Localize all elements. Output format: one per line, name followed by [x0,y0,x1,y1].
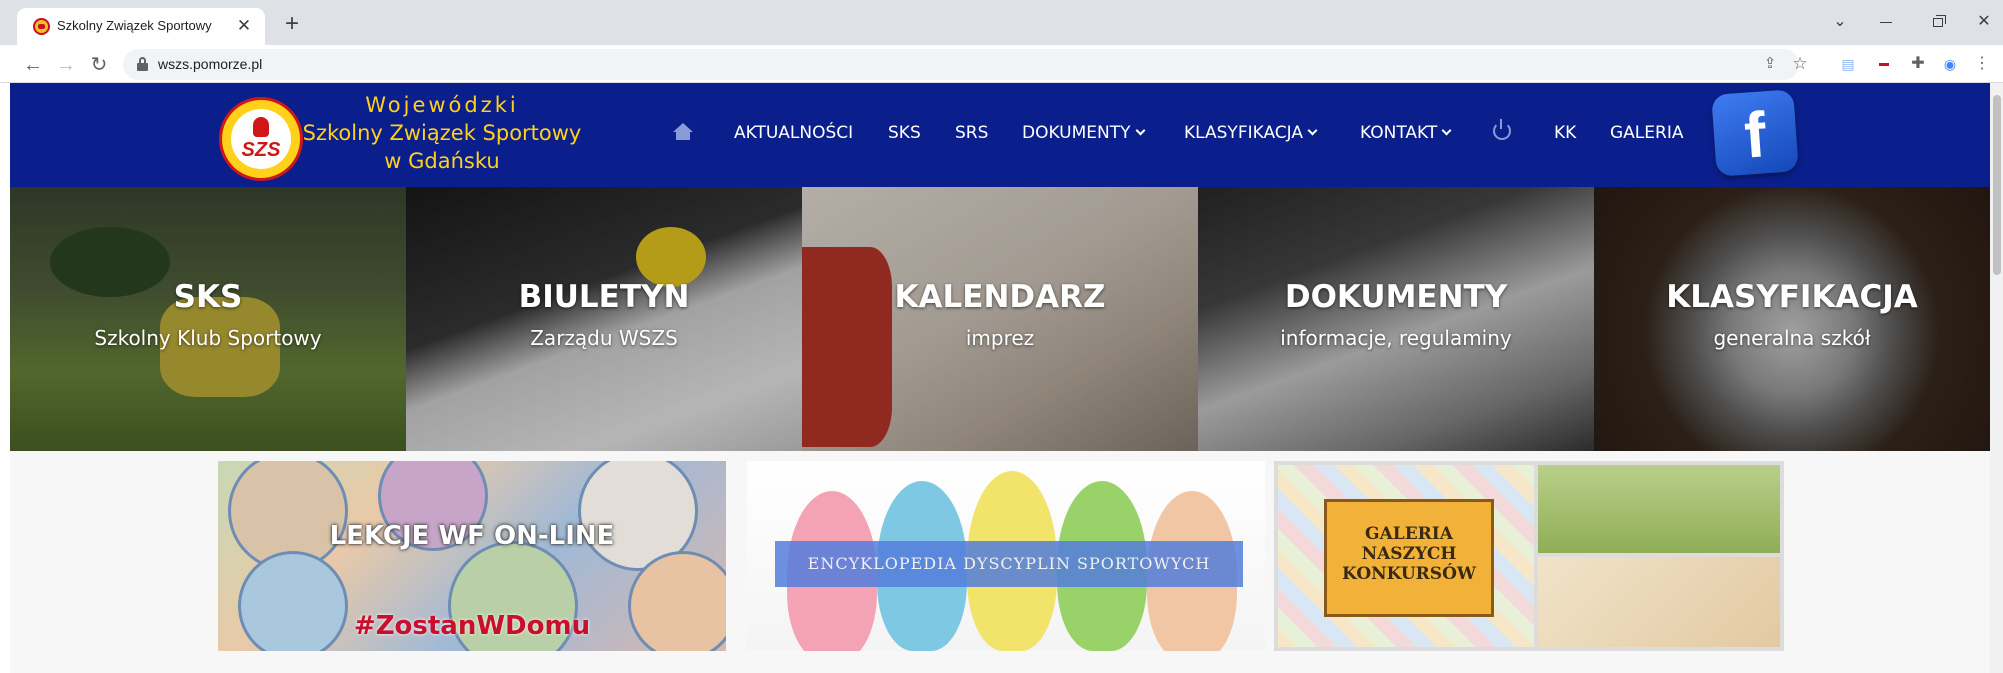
new-tab-button[interactable]: + [278,11,306,39]
site-header: SZS Wojewódzki Szkolny Związek Sportowy … [10,83,1990,187]
power-icon[interactable] [1493,119,1511,140]
document-extension-icon[interactable]: ▤ [1838,54,1858,74]
address-bar[interactable]: wszs.pomorze.pl ⇪ ☆ [123,49,1808,80]
share-icon[interactable]: ⇪ [1760,54,1780,74]
menu-dokumenty[interactable]: DOKUMENTY [1022,123,1145,143]
tile-shade [10,187,406,451]
banner-strip: ENCYKLOPEDIA DYSCYPLIN SPORTOWYCH [775,541,1243,587]
tile-sks[interactable]: SKS Szkolny Klub Sportowy [10,187,406,451]
tile-shade [1594,187,1990,451]
browser-tab[interactable]: Szkolny Związek Sportowy ✕ [17,8,265,45]
minimize-icon [1880,22,1892,23]
url-text[interactable]: wszs.pomorze.pl [158,56,262,72]
tab-search-icon[interactable]: ⌄ [1820,6,1860,38]
menu-kontakt[interactable]: KONTAKT [1360,123,1452,143]
tile-dokumenty[interactable]: DOKUMENTY informacje, regulaminy [1198,187,1594,451]
tab-title: Szkolny Związek Sportowy [57,18,212,33]
drawings-collage: GALERIA NASZYCH KONKURSÓW [1278,465,1534,647]
browser-tabstrip: Szkolny Związek Sportowy ✕ + ⌄ ✕ [0,0,2003,45]
back-icon[interactable]: ← [20,52,46,78]
brand-line-1[interactable]: Wojewódzki [302,93,582,117]
tile-title: KLASYFIKACJA [1666,279,1918,315]
chevron-down-icon [1135,125,1145,136]
tile-shade [1198,187,1594,451]
forward-icon[interactable]: → [53,52,79,78]
lock-icon[interactable] [137,57,148,71]
scrollbar-thumb[interactable] [1993,95,2001,275]
page-viewport: SZS Wojewódzki Szkolny Związek Sportowy … [10,83,1990,673]
brand-line-2[interactable]: Szkolny Związek Sportowy [302,121,582,145]
logo-emblem: SZS [231,109,291,169]
tile-kalendarz[interactable]: KALENDARZ imprez [802,187,1198,451]
banner-frame: GALERIA NASZYCH KONKURSÓW [1324,499,1494,617]
menu-kk[interactable]: KK [1554,123,1576,143]
tile-subtitle: Szkolny Klub Sportowy [94,326,322,350]
tile-title: BIULETYN [518,279,690,315]
banner-label: LEKCJE WF ON-LINE [329,521,615,551]
jumping-child-photo [1538,465,1780,553]
star-icon[interactable]: ☆ [1790,54,1810,74]
home-icon[interactable] [673,123,693,141]
tile-klasyfikacja[interactable]: KLASYFIKACJA generalna szkół [1594,187,1990,451]
banner-galeria-konkursow[interactable]: GALERIA NASZYCH KONKURSÓW [1274,461,1784,651]
tile-subtitle: informacje, regulaminy [1280,326,1512,350]
profile-extension-icon[interactable]: ◉ [1940,54,1960,74]
logo-text: SZS [241,139,281,161]
browser-toolbar: ← → ↻ wszs.pomorze.pl ⇪ ☆ ▤ ▬ ✚ ◉ ⋮ [0,45,2003,83]
minimize-button[interactable] [1866,6,1906,38]
menu-srs[interactable]: SRS [955,123,988,143]
szs-logo[interactable]: SZS [219,97,303,181]
eagle-icon [253,117,269,137]
banner-label: GALERIA NASZYCH KONKURSÓW [1342,524,1476,584]
painting-child-photo [1538,557,1780,647]
tile-shade [802,187,1198,451]
chevron-down-icon [1307,125,1318,136]
reload-icon[interactable]: ↻ [86,52,112,78]
feature-tiles: SKS Szkolny Klub Sportowy BIULETYN Zarzą… [10,187,1990,451]
tile-title: KALENDARZ [894,279,1106,315]
banner-lekcje-wf-online[interactable]: LEKCJE WF ON-LINE #ZostanWDomu [218,461,726,651]
facebook-icon[interactable]: f [1711,89,1799,177]
restore-icon [1933,15,1946,27]
menu-aktualnosci[interactable]: AKTUALNOŚCI [734,123,853,143]
menu-klasyfikacja[interactable]: KLASYFIKACJA [1184,123,1318,143]
flag-extension-icon[interactable]: ▬ [1874,54,1894,74]
menu-icon[interactable]: ⋮ [1972,54,1992,74]
favicon-icon [33,18,50,35]
tile-biuletyn[interactable]: BIULETYN Zarządu WSZS [406,187,802,451]
chevron-down-icon [1441,125,1452,136]
brand-line-3[interactable]: w Gdańsku [302,149,582,173]
restore-button[interactable] [1918,6,1958,38]
window-close-button[interactable]: ✕ [1964,6,2003,38]
tile-subtitle: generalna szkół [1713,326,1871,350]
tile-subtitle: imprez [965,326,1035,350]
tile-shade [406,187,802,451]
tile-subtitle: Zarządu WSZS [530,326,678,350]
tile-title: DOKUMENTY [1284,279,1508,315]
tab-close-icon[interactable]: ✕ [233,15,255,37]
banner-label: ENCYKLOPEDIA DYSCYPLIN SPORTOWYCH [807,554,1211,573]
menu-galeria[interactable]: GALERIA [1610,123,1683,143]
tile-title: SKS [173,279,243,315]
banner-encyklopedia[interactable]: ENCYKLOPEDIA DYSCYPLIN SPORTOWYCH [747,461,1265,651]
menu-sks[interactable]: SKS [888,123,921,143]
page-scrollbar[interactable] [1990,83,2003,673]
extensions-icon[interactable]: ✚ [1908,54,1928,74]
banner-hashtag: #ZostanWDomu [353,611,591,641]
